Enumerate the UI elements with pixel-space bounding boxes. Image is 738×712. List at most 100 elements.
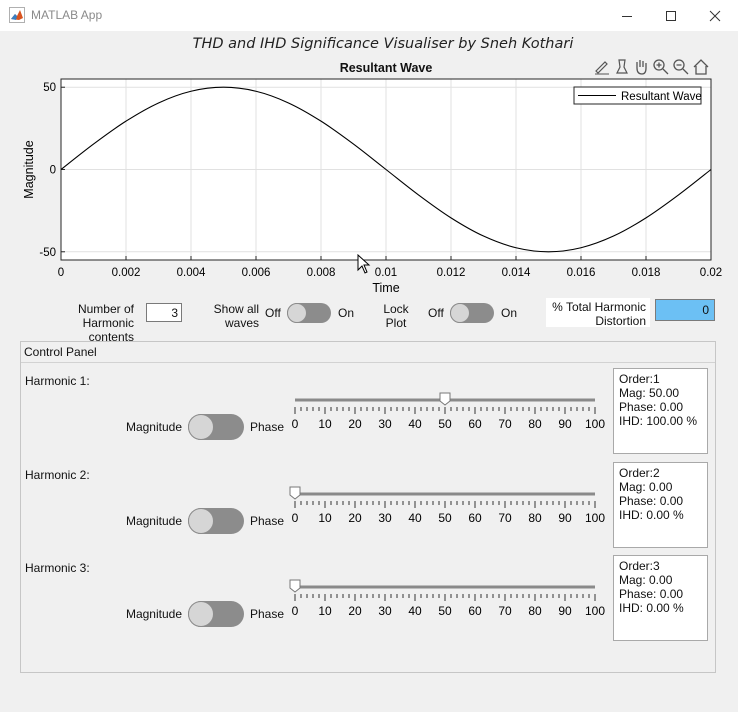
slider-tick-label: 50 bbox=[438, 417, 452, 431]
slider-track[interactable] bbox=[295, 585, 595, 589]
slider-tick-label: 0 bbox=[292, 604, 299, 618]
info-line: Mag: 50.00 bbox=[619, 386, 680, 400]
x-tick-label: 0.02 bbox=[700, 267, 722, 279]
y-tick-label: 50 bbox=[43, 82, 56, 94]
slider-tick-label: 90 bbox=[558, 417, 572, 431]
slider-track[interactable] bbox=[295, 492, 595, 496]
slider-tick-label: 30 bbox=[378, 417, 392, 431]
info-line: Phase: 0.00 bbox=[619, 400, 684, 414]
switch-knob bbox=[287, 303, 307, 323]
x-tick-label: 0.002 bbox=[112, 267, 141, 279]
slider-tick-label: 100 bbox=[585, 604, 605, 618]
lock-plot-switch[interactable] bbox=[450, 303, 494, 323]
magnitude-label: Magnitude bbox=[125, 514, 182, 528]
harmonic-1-label: Harmonic 1: bbox=[25, 374, 90, 388]
lock-off-label: Off bbox=[428, 306, 444, 320]
magnitude-phase-switch-3[interactable] bbox=[188, 601, 244, 627]
phase-label: Phase bbox=[250, 514, 285, 528]
slider-tick-label: 80 bbox=[528, 511, 542, 525]
harmonic-2-info-box[interactable]: Order:2 Mag: 0.00 Phase: 0.00 IHD: 0.00 % bbox=[613, 462, 708, 548]
info-line: Mag: 0.00 bbox=[619, 573, 673, 587]
slider-tick-label: 40 bbox=[408, 511, 422, 525]
lock-plot-label: Lock Plot bbox=[383, 302, 409, 330]
resultant-wave-axes[interactable]: 0 0.002 0.004 0.006 0.008 0.01 0.012 0.014 0.016… bbox=[0, 0, 738, 300]
show-all-waves-label: Show all waves bbox=[213, 302, 259, 330]
info-line: IHD: 100.00 % bbox=[619, 414, 698, 428]
show-all-on-label: On bbox=[338, 306, 355, 320]
control-panel-title: Control Panel bbox=[24, 345, 97, 359]
harmonic-1-slider[interactable]: 0 10 20 30 40 50 60 70 80 90 100 bbox=[285, 388, 607, 438]
slider-tick-label: 60 bbox=[468, 417, 482, 431]
magnitude-label: Magnitude bbox=[125, 420, 182, 434]
slider-tick-label: 50 bbox=[438, 511, 452, 525]
slider-thumb[interactable] bbox=[289, 486, 301, 500]
info-line: Order:1 bbox=[619, 372, 660, 386]
x-tick-label: 0.018 bbox=[632, 267, 661, 279]
switch-knob bbox=[188, 414, 214, 440]
slider-tick-label: 20 bbox=[348, 417, 362, 431]
x-tick-label: 0.016 bbox=[567, 267, 596, 279]
switch-knob bbox=[188, 601, 214, 627]
harmonic-1-info-box[interactable]: Order:1 Mag: 50.00 Phase: 0.00 IHD: 100.00 … bbox=[613, 368, 708, 454]
num-harmonics-label: Number of Harmonic contents bbox=[77, 302, 134, 344]
show-all-off-label: Off bbox=[265, 306, 281, 320]
switch-knob bbox=[450, 303, 470, 323]
info-line: IHD: 0.00 % bbox=[619, 601, 684, 615]
x-tick-label: 0 bbox=[58, 267, 64, 279]
harmonic-2-slider[interactable]: 0 10 20 30 40 50 60 70 80 90 100 bbox=[285, 482, 607, 532]
slider-tick-label: 30 bbox=[378, 511, 392, 525]
legend-entry: Resultant Wave bbox=[621, 91, 702, 103]
slider-tick-label: 10 bbox=[318, 511, 332, 525]
slider-tick-label: 40 bbox=[408, 604, 422, 618]
harmonic-3-label: Harmonic 3: bbox=[25, 561, 90, 575]
harmonic-2-label: Harmonic 2: bbox=[25, 468, 90, 482]
y-tick-label: -50 bbox=[39, 247, 56, 259]
slider-tick-label: 80 bbox=[528, 604, 542, 618]
harmonic-3-slider[interactable]: 0 10 20 30 40 50 60 70 80 90 100 bbox=[285, 575, 607, 625]
x-tick-label: 0.014 bbox=[502, 267, 531, 279]
slider-tick-label: 80 bbox=[528, 417, 542, 431]
slider-tick-label: 100 bbox=[585, 417, 605, 431]
y-axis-label: Magnitude bbox=[22, 140, 36, 198]
x-tick-label: 0.006 bbox=[242, 267, 271, 279]
slider-thumb[interactable] bbox=[439, 392, 451, 406]
switch-knob bbox=[188, 508, 214, 534]
slider-tick-label: 30 bbox=[378, 604, 392, 618]
info-line: Order:2 bbox=[619, 466, 660, 480]
thd-value-field[interactable]: 0 bbox=[655, 299, 715, 321]
slider-tick-label: 40 bbox=[408, 417, 422, 431]
x-tick-label: 0.01 bbox=[375, 267, 397, 279]
slider-tick-label: 100 bbox=[585, 511, 605, 525]
slider-tick-label: 70 bbox=[498, 417, 512, 431]
slider-tick-label: 70 bbox=[498, 511, 512, 525]
magnitude-phase-switch-1[interactable] bbox=[188, 414, 244, 440]
y-tick-label: 0 bbox=[50, 165, 56, 177]
slider-tick-label: 10 bbox=[318, 604, 332, 618]
show-all-waves-switch[interactable] bbox=[287, 303, 331, 323]
slider-tick-label: 90 bbox=[558, 511, 572, 525]
slider-thumb[interactable] bbox=[289, 579, 301, 593]
thd-label: % Total Harmonic Distortion bbox=[552, 300, 646, 328]
x-axis-label: Time bbox=[372, 281, 399, 295]
slider-tick-label: 60 bbox=[468, 511, 482, 525]
slider-tick-label: 70 bbox=[498, 604, 512, 618]
phase-label: Phase bbox=[250, 420, 285, 434]
harmonic-3-info-box[interactable]: Order:3 Mag: 0.00 Phase: 0.00 IHD: 0.00 % bbox=[613, 555, 708, 641]
x-tick-label: 0.012 bbox=[437, 267, 466, 279]
info-line: IHD: 0.00 % bbox=[619, 508, 684, 522]
slider-tick-label: 0 bbox=[292, 417, 299, 431]
info-line: Mag: 0.00 bbox=[619, 480, 673, 494]
magnitude-phase-switch-2[interactable] bbox=[188, 508, 244, 534]
slider-tick-label: 10 bbox=[318, 417, 332, 431]
phase-label: Phase bbox=[250, 607, 285, 621]
slider-tick-label: 50 bbox=[438, 604, 452, 618]
control-panel-header: Control Panel bbox=[21, 342, 715, 363]
slider-tick-label: 20 bbox=[348, 604, 362, 618]
lock-on-label: On bbox=[501, 306, 518, 320]
x-tick-label: 0.008 bbox=[307, 267, 336, 279]
slider-tick-label: 60 bbox=[468, 604, 482, 618]
slider-tick-label: 90 bbox=[558, 604, 572, 618]
info-line: Order:3 bbox=[619, 559, 660, 573]
slider-tick-label: 20 bbox=[348, 511, 362, 525]
num-harmonics-input[interactable]: 3 bbox=[146, 303, 182, 322]
